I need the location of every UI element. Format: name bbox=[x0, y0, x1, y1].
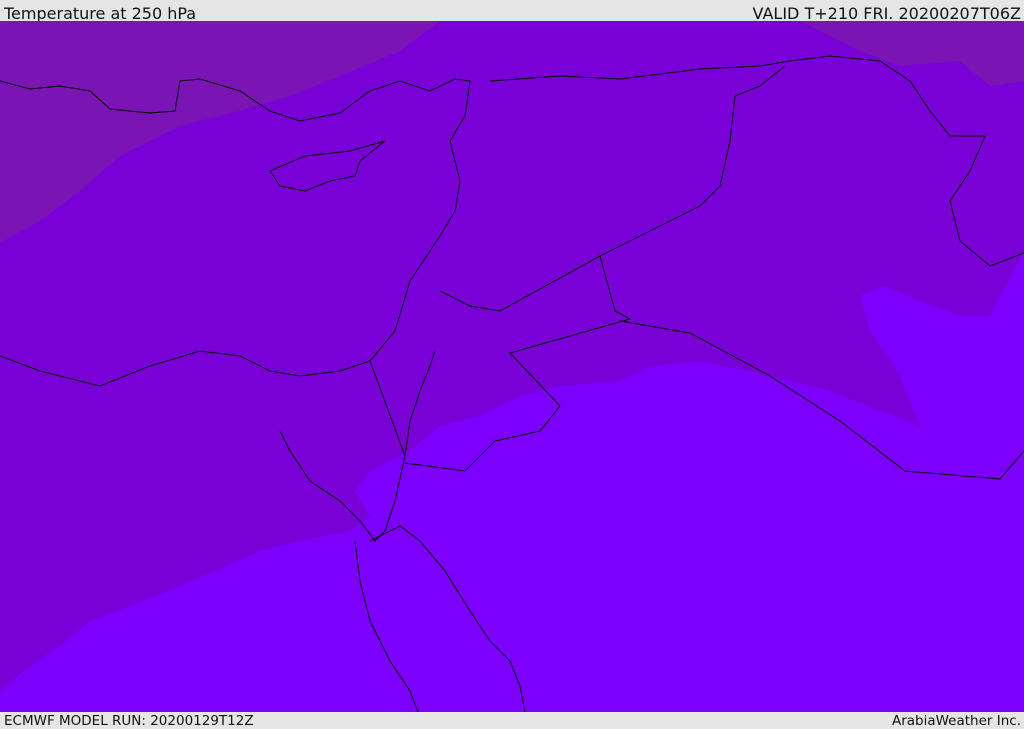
footer-bar: ECMWF MODEL RUN: 20200129T12Z ArabiaWeat… bbox=[0, 712, 1024, 729]
model-run: ECMWF MODEL RUN: 20200129T12Z bbox=[4, 713, 254, 729]
temperature-map bbox=[0, 21, 1024, 712]
credit: ArabiaWeather Inc. bbox=[891, 713, 1021, 729]
header-bar: Temperature at 250 hPa VALID T+210 FRI. … bbox=[0, 0, 1024, 23]
